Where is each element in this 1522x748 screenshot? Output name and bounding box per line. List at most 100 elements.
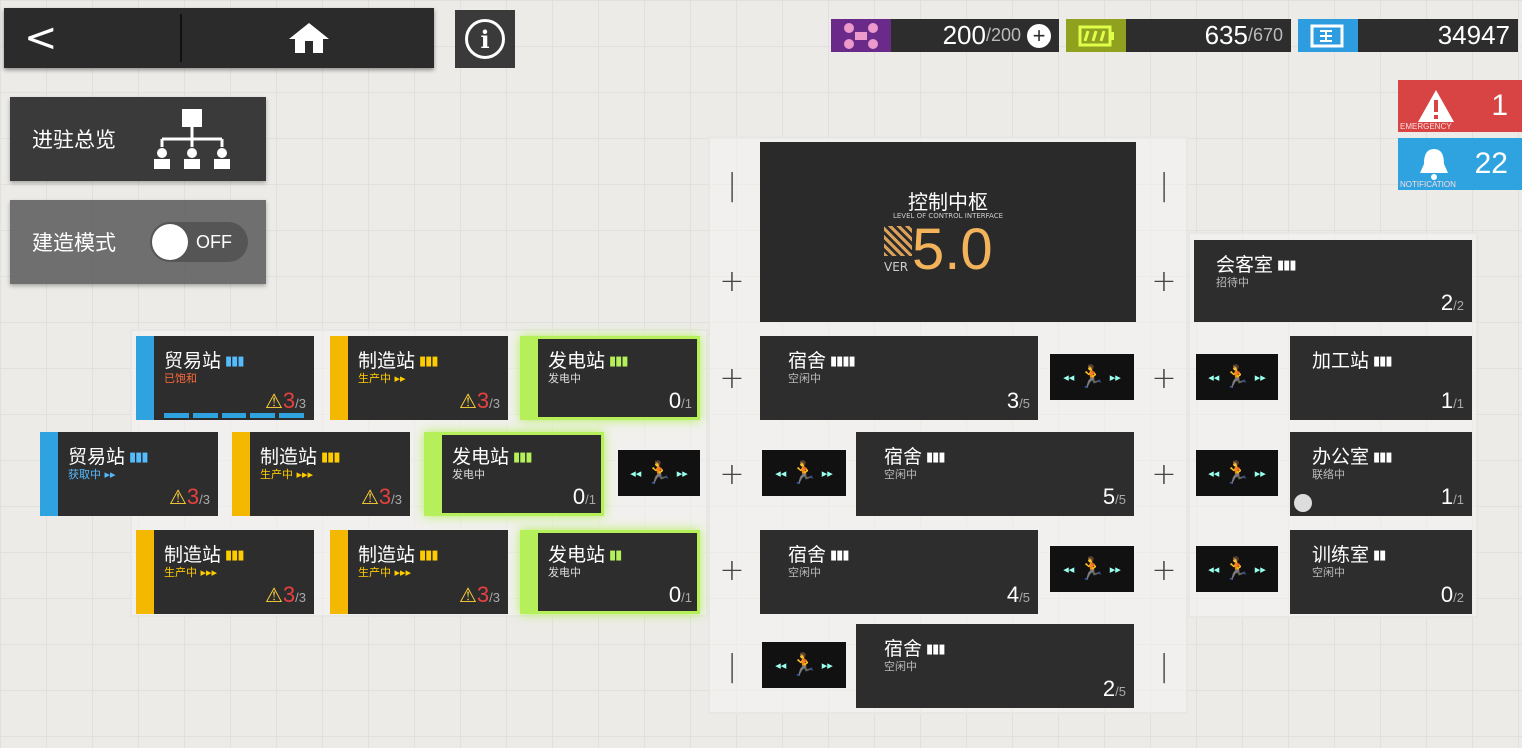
money-icon <box>1298 19 1358 52</box>
corridor-stairs[interactable]: ◂◂ 🏃 ▸▸ <box>1050 546 1134 592</box>
emergency-alert[interactable]: 1 EMERGENCY <box>1398 80 1522 132</box>
room-status: 空闲中 <box>788 372 821 385</box>
room-capacity: 0/1 <box>572 484 596 509</box>
room-status: 已饱和 <box>164 372 197 385</box>
factory-room[interactable]: 制造站 ▮▮▮ 生产中 ▸▸▸ ⚠3/3 <box>136 530 314 614</box>
info-icon: i <box>465 19 505 59</box>
room-type-stripe <box>232 432 250 516</box>
room-status: 生产中 ▸▸▸ <box>260 468 314 481</box>
room-status: 发电中 <box>452 468 485 481</box>
home-icon <box>289 23 329 53</box>
toggle-state: OFF <box>196 231 232 252</box>
exit-runner-icon: 🏃 <box>1078 556 1106 582</box>
user-icon <box>1294 494 1312 512</box>
drone-counter: 200/200 + <box>831 19 1059 52</box>
trading-post-room[interactable]: 贸易站 ▮▮▮ 获取中 ▸▸ ⚠3/3 <box>40 432 218 516</box>
overview-button[interactable]: 进驻总览 <box>10 97 266 181</box>
power-plant-room[interactable]: 发电站 ▮▮▮ 发电中 0/1 <box>424 432 604 516</box>
empty-slot-marker: | <box>1158 648 1170 684</box>
room-type-stripe <box>136 336 154 420</box>
corridor-stairs[interactable]: ◂◂ 🏃 ▸▸ <box>1196 450 1278 496</box>
home-button[interactable] <box>234 8 384 68</box>
top-nav-bar: < <box>4 8 434 68</box>
build-mode-panel: 建造模式 OFF <box>10 200 266 284</box>
power-icon <box>1066 19 1126 52</box>
exit-runner-icon: 🏃 <box>1223 460 1251 486</box>
corridor-stairs[interactable]: ◂◂ 🏃 ▸▸ <box>762 642 846 688</box>
power-plant-room[interactable]: 发电站 ▮▮ 发电中 0/1 <box>520 530 700 614</box>
room-capacity: 0/1 <box>668 582 692 607</box>
room-capacity: 0/1 <box>668 388 692 413</box>
trading-post-room[interactable]: 贸易站 ▮▮▮ 已饱和 ⚠3/3 <box>136 336 314 420</box>
workshop-room[interactable]: 加工站 ▮▮▮ 1/1 <box>1290 336 1472 420</box>
control-center-room[interactable]: 控制中枢 LEVEL OF CONTROL INTERFACE VER 5.0 <box>760 142 1136 322</box>
org-chart-icon <box>154 109 230 169</box>
emergency-label: EMERGENCY <box>1400 122 1452 131</box>
room-type-stripe <box>330 530 348 614</box>
room-capacity: ⚠3/3 <box>264 582 306 607</box>
warning-icon: ⚠ <box>264 391 283 413</box>
hatch-icon <box>884 226 912 256</box>
build-mode-toggle[interactable]: OFF <box>150 222 248 262</box>
corridor-stairs[interactable]: ◂◂ 🏃 ▸▸ <box>762 450 846 496</box>
warning-icon: ⚠ <box>168 487 187 509</box>
factory-room[interactable]: 制造站 ▮▮▮ 生产中 ▸▸ ⚠3/3 <box>330 336 508 420</box>
control-title: 控制中枢 <box>908 190 988 214</box>
add-drone-button[interactable]: + <box>1027 23 1051 48</box>
corridor-stairs[interactable]: ◂◂ 🏃 ▸▸ <box>1050 354 1134 400</box>
power-plant-room[interactable]: 发电站 ▮▮▮ 发电中 0/1 <box>520 336 700 420</box>
corridor-stairs[interactable]: ◂◂ 🏃 ▸▸ <box>1196 354 1278 400</box>
toggle-knob <box>152 224 188 260</box>
room-name: 办公室 ▮▮▮ <box>1312 446 1393 468</box>
room-name: 宿舍 ▮▮▮ <box>884 446 946 468</box>
dormitory-room[interactable]: 宿舍 ▮▮▮ 空闲中 2/5 <box>856 624 1134 708</box>
room-status: 空闲中 <box>884 468 917 481</box>
room-capacity: ⚠3/3 <box>458 582 500 607</box>
factory-room[interactable]: 制造站 ▮▮▮ 生产中 ▸▸▸ ⚠3/3 <box>232 432 410 516</box>
empty-slot-marker: + <box>719 263 745 299</box>
room-name: 制造站 ▮▮▮ <box>164 544 245 566</box>
room-capacity: 5/5 <box>1102 484 1126 509</box>
room-capacity: 1/1 <box>1440 388 1464 413</box>
dormitory-room[interactable]: 宿舍 ▮▮▮ 空闲中 4/5 <box>760 530 1038 614</box>
room-capacity: ⚠3/3 <box>264 388 306 413</box>
room-name: 发电站 ▮▮▮ <box>548 350 629 372</box>
back-button[interactable]: < <box>4 8 180 68</box>
room-type-stripe <box>330 336 348 420</box>
room-capacity: 2/2 <box>1440 290 1464 315</box>
room-name: 制造站 ▮▮▮ <box>260 446 341 468</box>
room-name: 发电站 ▮▮ <box>548 544 622 566</box>
corridor-stairs[interactable]: ◂◂ 🏃 ▸▸ <box>618 450 700 496</box>
control-ver-label: VER <box>884 260 909 274</box>
info-button[interactable]: i <box>455 10 515 68</box>
dormitory-room[interactable]: 宿舍 ▮▮▮▮ 空闲中 3/5 <box>760 336 1038 420</box>
room-type-stripe <box>520 336 538 420</box>
power-max: /670 <box>1247 25 1283 45</box>
room-status: 生产中 ▸▸▸ <box>358 566 412 579</box>
room-capacity: 2/5 <box>1102 676 1126 701</box>
exit-runner-icon: 🏃 <box>1223 364 1251 390</box>
training-room[interactable]: 训练室 ▮▮ 空闲中 0/2 <box>1290 530 1472 614</box>
power-counter: 635/670 <box>1066 19 1291 52</box>
room-status: 联络中 <box>1312 468 1345 481</box>
factory-room[interactable]: 制造站 ▮▮▮ 生产中 ▸▸▸ ⚠3/3 <box>330 530 508 614</box>
empty-slot-marker: + <box>719 456 745 492</box>
lmd-counter: 34947 <box>1298 19 1518 52</box>
room-capacity: 4/5 <box>1006 582 1030 607</box>
notification-count: 22 <box>1474 147 1508 180</box>
room-name: 加工站 ▮▮▮ <box>1312 350 1393 372</box>
room-status: 空闲中 <box>788 566 821 579</box>
build-mode-label: 建造模式 <box>32 231 116 255</box>
warning-icon: ⚠ <box>360 487 379 509</box>
room-status: 生产中 ▸▸▸ <box>164 566 218 579</box>
corridor-stairs[interactable]: ◂◂ 🏃 ▸▸ <box>1196 546 1278 592</box>
warning-icon: ⚠ <box>264 585 283 607</box>
room-name: 宿舍 ▮▮▮▮ <box>788 350 856 372</box>
exit-runner-icon: 🏃 <box>645 460 673 486</box>
office-room[interactable]: 办公室 ▮▮▮ 联络中 1/1 <box>1290 432 1472 516</box>
notification-alert[interactable]: 22 NOTIFICATION <box>1398 138 1522 190</box>
drone-icon <box>831 19 891 52</box>
warning-icon: ⚠ <box>458 585 477 607</box>
reception-room[interactable]: 会客室 ▮▮▮ 招待中 2/2 <box>1194 240 1472 322</box>
dormitory-room[interactable]: 宿舍 ▮▮▮ 空闲中 5/5 <box>856 432 1134 516</box>
